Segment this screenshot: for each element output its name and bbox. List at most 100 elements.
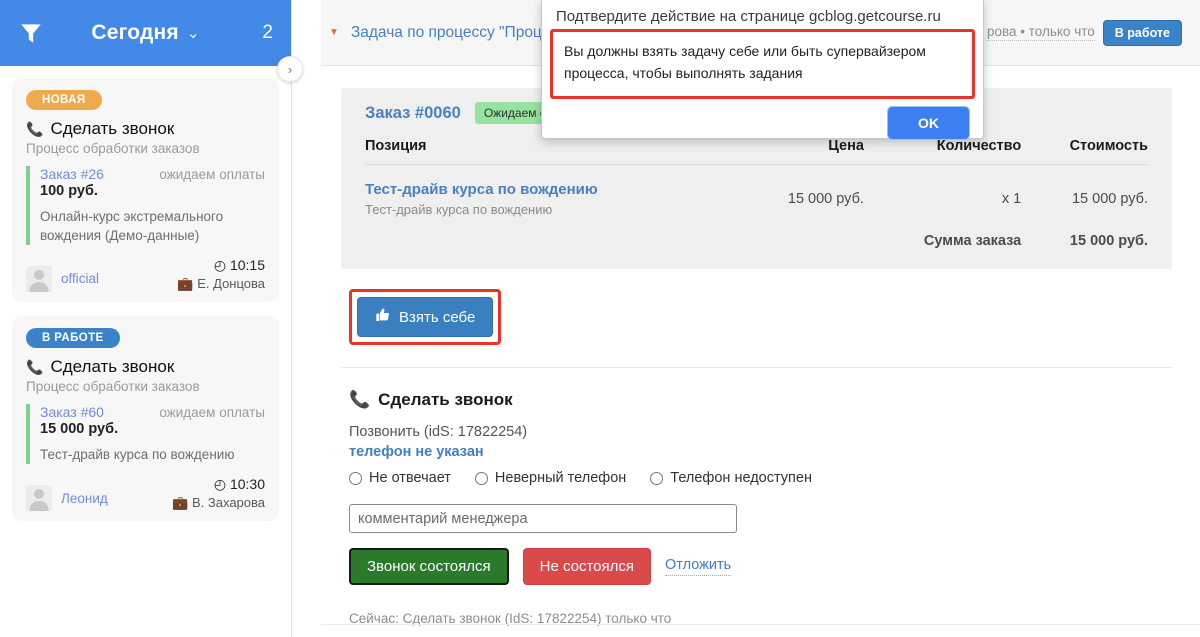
task-card-title: 📞 Сделать звонок	[26, 357, 265, 377]
task-card-footer: official ◴ 10:15 💼 Е. Донцова	[26, 257, 265, 292]
chevron-down-icon: ⌄	[186, 25, 200, 42]
order-state: ожидаем оплаты	[159, 405, 265, 421]
task-list: НОВАЯ 📞 Сделать звонок Процесс обработки…	[0, 66, 291, 522]
order-product: Тест-драйв курса по вождению	[40, 447, 235, 463]
task-card-process: Процесс обработки заказов	[26, 379, 200, 395]
task-card-footer: Леонид ◴ 10:30 💼 В. Захарова	[26, 476, 265, 512]
triangle-down-icon[interactable]: ▼	[329, 27, 339, 38]
task-time-value: 10:15	[229, 256, 265, 273]
order-items-table: Позиция Цена Количество Стоимость Тест-д…	[365, 130, 1148, 249]
task-manager-name: В. Захарова	[191, 495, 265, 511]
sidebar-period-label: Сегодня	[91, 21, 179, 44]
order-number[interactable]: Заказ #0060	[365, 104, 461, 123]
order-product: Онлайн-курс экстремального вождения (Дем…	[40, 209, 224, 243]
chevron-right-icon: ›	[287, 61, 293, 77]
phone-icon: 📞	[26, 120, 44, 137]
order-state: ожидаем оплаты	[159, 167, 265, 183]
task-status-badge[interactable]: В работе	[1102, 19, 1182, 46]
task-time: ◴ 10:15	[177, 257, 265, 274]
clock-icon: ◴	[213, 476, 227, 493]
task-manager: 💼 Е. Донцова	[177, 276, 265, 292]
call-form-title-text: Сделать звонок	[378, 390, 513, 409]
funnel-icon[interactable]	[18, 20, 44, 46]
take-task-highlight: Взять себе	[349, 289, 502, 345]
order-sum-label: Сумма заказа	[923, 233, 1022, 249]
task-card-order: Заказ #60 ожидаем оплаты 15 000 руб. Тес…	[26, 404, 265, 465]
bottom-divider	[321, 624, 1200, 625]
status-badge: В РАБОТЕ	[26, 327, 120, 348]
task-card[interactable]: НОВАЯ 📞 Сделать звонок Процесс обработки…	[12, 78, 279, 302]
postpone-link[interactable]: Отложить	[665, 557, 732, 576]
radio-phone-unavailable[interactable]: Телефон недоступен	[650, 470, 812, 486]
client-name-link[interactable]: Леонид	[61, 491, 108, 506]
radio-phone-unavailable-label: Телефон недоступен	[670, 470, 812, 486]
sidebar-header: Сегодня ⌄ 2	[0, 0, 291, 66]
call-outcome-radio-group: Не отвечает Неверный телефон Телефон нед…	[349, 470, 1172, 486]
task-card-title-text: Сделать звонок	[50, 356, 175, 376]
task-card-order: Заказ #26 ожидаем оплаты 100 руб. Онлайн…	[26, 166, 265, 245]
table-row: Тест-драйв курса по вождению Тест-драйв …	[365, 165, 1148, 217]
dialog-ok-button[interactable]: OK	[887, 106, 970, 141]
task-content: Заказ #0060 Ожидаем оплаты Позиция Цена …	[321, 66, 1200, 626]
item-quantity: x 1	[1001, 191, 1022, 207]
avatar	[26, 485, 52, 512]
call-actions: Звонок состоялся Не состоялся Отложить	[349, 548, 1172, 585]
item-price: 15 000 руб.	[787, 191, 864, 207]
dialog-message-highlight: Вы должны взять задачу себе или быть суп…	[550, 29, 975, 100]
item-total: 15 000 руб.	[1071, 191, 1148, 207]
dialog-actions: OK	[542, 99, 983, 141]
radio-icon[interactable]	[650, 471, 664, 485]
order-number-link[interactable]: Заказ #60	[40, 404, 104, 420]
call-task-form: 📞 Сделать звонок Позвонить (idS: 1782225…	[341, 368, 1172, 626]
sidebar-task-count: 2	[262, 22, 273, 43]
order-sum-value: 15 000 руб.	[1069, 233, 1148, 249]
task-card[interactable]: В РАБОТЕ 📞 Сделать звонок Процесс обрабо…	[12, 315, 279, 522]
task-card-process: Процесс обработки заказов	[26, 141, 200, 157]
radio-icon[interactable]	[349, 471, 362, 485]
order-amount: 100 руб.	[40, 183, 98, 200]
call-form-title: 📞 Сделать звонок	[349, 390, 1172, 410]
manager-comment-input[interactable]	[349, 504, 737, 533]
layout-gutter	[293, 0, 321, 637]
column-header-total: Стоимость	[1021, 130, 1148, 165]
browser-confirm-dialog: Подтвердите действие на странице gcblog.…	[541, 0, 984, 141]
task-card-title: 📞 Сделать звонок	[26, 119, 265, 139]
take-task-button-label: Взять себе	[399, 308, 476, 326]
dialog-title: Подтвердите действие на странице gcblog.…	[556, 8, 941, 25]
task-card-title-text: Сделать звонок	[50, 119, 175, 138]
clock-icon: ◴	[213, 256, 227, 273]
dialog-message: Вы должны взять задачу себе или быть суп…	[564, 43, 926, 81]
sidebar-period-selector[interactable]: Сегодня ⌄	[44, 21, 247, 45]
status-badge: НОВАЯ	[26, 90, 102, 110]
item-description: Тест-драйв курса по вождению	[365, 202, 553, 217]
avatar	[26, 265, 52, 292]
task-sidebar: Сегодня ⌄ 2 › НОВАЯ 📞 Сделать звонок Про…	[0, 0, 303, 637]
phone-missing-notice: телефон не указан	[349, 444, 484, 460]
task-time: ◴ 10:30	[172, 476, 265, 493]
briefcase-icon: 💼	[172, 495, 189, 511]
radio-wrong-phone-label: Неверный телефон	[494, 470, 627, 486]
sidebar-collapse-button[interactable]: ›	[277, 56, 303, 82]
order-amount: 15 000 руб.	[40, 421, 119, 438]
take-task-button[interactable]: Взять себе	[357, 297, 494, 337]
radio-no-answer[interactable]: Не отвечает	[349, 470, 451, 486]
task-time-value: 10:30	[229, 476, 265, 493]
order-number-link[interactable]: Заказ #26	[40, 166, 104, 182]
briefcase-icon: 💼	[177, 275, 194, 291]
radio-wrong-phone[interactable]: Неверный телефон	[474, 470, 627, 486]
table-sum-row: Сумма заказа 15 000 руб.	[365, 217, 1148, 249]
client-name-link[interactable]: official	[61, 271, 99, 286]
call-instruction: Позвонить (idS: 17822254)	[349, 424, 528, 440]
phone-icon: 📞	[349, 390, 371, 409]
task-manager-name: Е. Донцова	[197, 275, 265, 291]
radio-icon[interactable]	[474, 471, 488, 485]
item-name-link[interactable]: Тест-драйв курса по вождению	[365, 181, 741, 198]
task-manager: 💼 В. Захарова	[172, 495, 265, 511]
task-header-meta: рова • только что	[986, 24, 1095, 41]
call-success-button[interactable]: Звонок состоялся	[349, 548, 509, 585]
phone-icon: 📞	[26, 358, 44, 375]
radio-no-answer-label: Не отвечает	[369, 470, 451, 486]
thumbs-up-icon	[375, 307, 391, 327]
call-failed-button[interactable]: Не состоялся	[522, 548, 652, 585]
item-name-cell: Тест-драйв курса по вождению Тест-драйв …	[365, 165, 741, 217]
